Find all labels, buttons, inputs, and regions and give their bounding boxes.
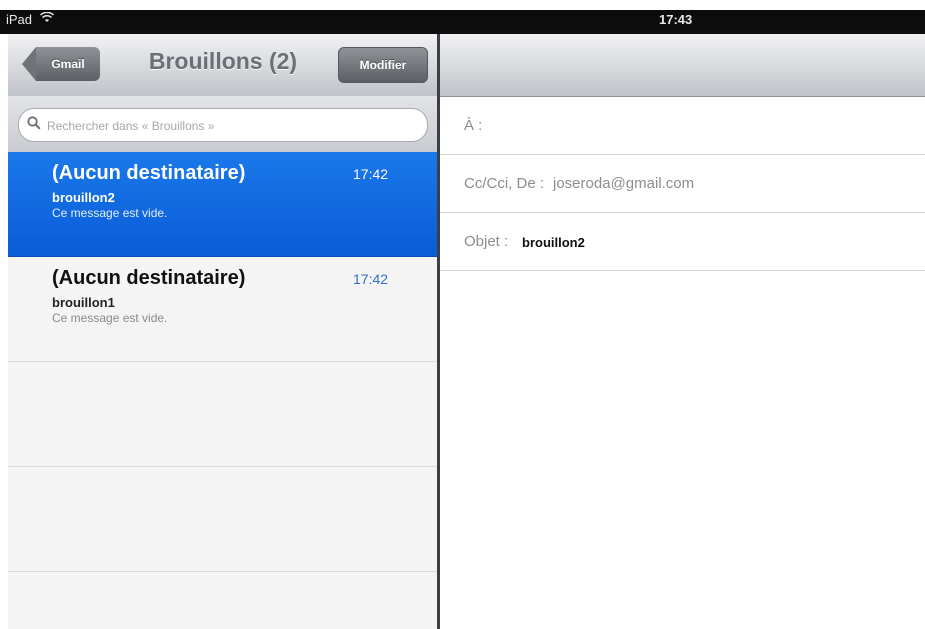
- message-subject: brouillon2: [52, 190, 115, 205]
- back-button[interactable]: Gmail: [22, 47, 102, 81]
- status-time: 17:43: [659, 12, 693, 27]
- message-time: 17:42: [353, 166, 389, 182]
- search-input[interactable]: [45, 114, 419, 138]
- device-name: iPad: [6, 12, 33, 27]
- to-field[interactable]: À :: [440, 97, 925, 155]
- subject-value: brouillon2: [522, 235, 585, 250]
- edit-button[interactable]: Modifier: [338, 47, 428, 83]
- empty-list-row: [8, 362, 437, 467]
- subject-field[interactable]: Objet : brouillon2: [440, 213, 925, 271]
- wifi-icon: [39, 11, 55, 26]
- list-navbar: Gmail Brouillons (2) Modifier: [8, 34, 437, 97]
- list-item-draft-1[interactable]: (Aucun destinataire) 17:42 brouillon2 Ce…: [8, 152, 437, 257]
- message-recipient: (Aucun destinataire): [52, 267, 246, 289]
- empty-list-row: [8, 467, 437, 572]
- message-detail-pane: À : Cc/Cci, De : joseroda@gmail.com Obje…: [440, 34, 925, 629]
- list-item-draft-2[interactable]: (Aucun destinataire) 17:42 brouillon1 Ce…: [8, 257, 437, 362]
- message-preview: Ce message est vide.: [52, 206, 168, 220]
- status-bar: iPad 17:43: [0, 0, 925, 34]
- message-recipient: (Aucun destinataire): [52, 162, 246, 184]
- search-bar: [8, 96, 437, 152]
- from-address: joseroda@gmail.com: [553, 175, 695, 192]
- detail-navbar: [440, 34, 925, 97]
- cc-from-field[interactable]: Cc/Cci, De : joseroda@gmail.com: [440, 155, 925, 213]
- to-label: À :: [464, 117, 483, 134]
- search-icon: [27, 116, 41, 134]
- cc-label: Cc/Cci, De :: [464, 175, 545, 192]
- message-preview: Ce message est vide.: [52, 311, 168, 325]
- message-subject: brouillon1: [52, 295, 115, 310]
- back-arrow-icon: [22, 47, 36, 81]
- search-field[interactable]: [18, 108, 428, 142]
- message-time: 17:42: [353, 271, 389, 287]
- status-bar-background: [0, 10, 925, 34]
- drafts-list-pane: Gmail Brouillons (2) Modifier (Aucun des…: [8, 34, 437, 629]
- back-button-label: Gmail: [36, 47, 100, 81]
- page-title: Brouillons (2): [148, 48, 298, 74]
- subject-label: Objet :: [464, 233, 509, 250]
